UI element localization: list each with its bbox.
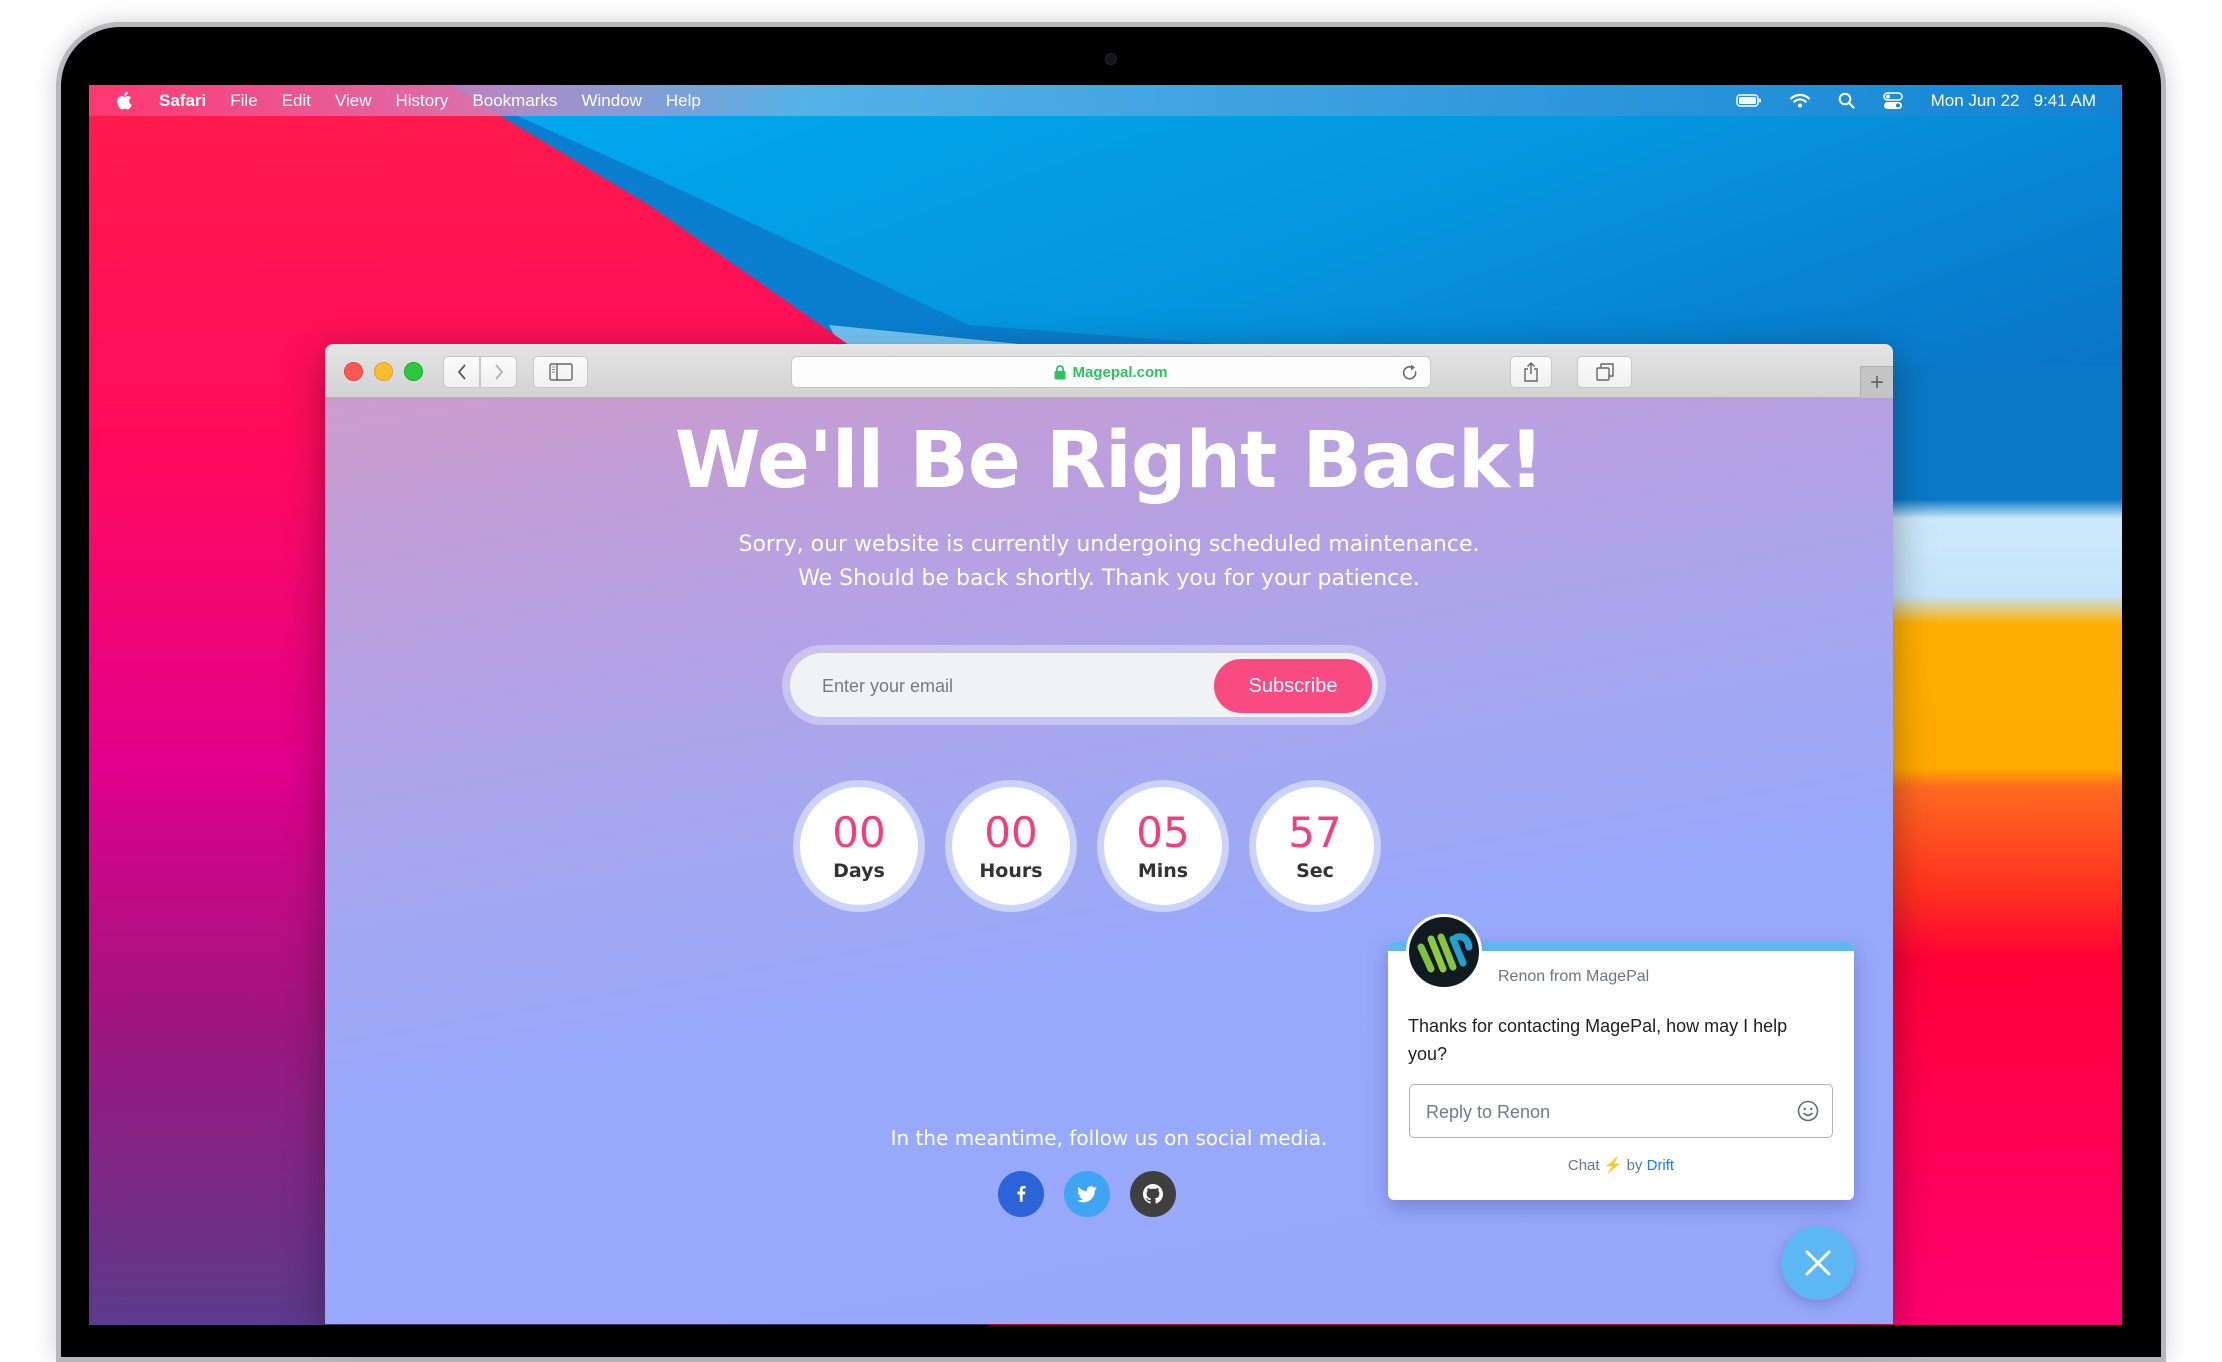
- sidebar-toggle-button[interactable]: [533, 356, 588, 388]
- camera: [1105, 53, 1117, 65]
- agent-avatar: [1406, 914, 1482, 990]
- countdown-value: 05: [1136, 808, 1190, 857]
- social-links: [998, 1171, 1176, 1217]
- close-chat-button[interactable]: [1781, 1226, 1855, 1300]
- github-icon: [1143, 1184, 1163, 1204]
- facebook-link[interactable]: [998, 1171, 1044, 1217]
- subscribe-form: Subscribe: [782, 645, 1386, 725]
- close-window-button[interactable]: [344, 362, 363, 381]
- maximize-window-button[interactable]: [404, 362, 423, 381]
- countdown-days: 00 Days: [793, 780, 925, 912]
- back-icon: [457, 364, 466, 380]
- sidebar-icon: [548, 363, 573, 381]
- spotlight-search-icon[interactable]: [1838, 92, 1855, 109]
- address-bar[interactable]: Magepal.com: [791, 356, 1431, 388]
- email-input[interactable]: [820, 653, 1204, 719]
- chat-message: Thanks for contacting MagePal, how may I…: [1408, 1016, 1788, 1064]
- new-tab-button[interactable]: +: [1860, 366, 1893, 398]
- github-link[interactable]: [1130, 1171, 1176, 1217]
- drift-chat-widget: Renon from MagePal Thanks for contacting…: [1388, 914, 1854, 1200]
- drift-link[interactable]: Drift: [1647, 1157, 1675, 1174]
- new-tab-icon: +: [1869, 368, 1884, 396]
- clock-time: 9:41 AM: [2033, 90, 2096, 110]
- lightning-bolt-icon: ⚡: [1603, 1157, 1623, 1174]
- menu-edit[interactable]: Edit: [282, 91, 311, 111]
- powered-prefix: Chat: [1567, 1157, 1600, 1174]
- countdown-value: 00: [984, 808, 1038, 857]
- wallpaper-wave: [1879, 365, 2122, 1325]
- chat-sender: Renon from MagePal: [1498, 968, 1650, 985]
- lock-icon: [1054, 364, 1066, 379]
- countdown-secs: 57 Sec: [1249, 780, 1381, 912]
- twitter-icon: [1077, 1185, 1097, 1202]
- twitter-link[interactable]: [1064, 1171, 1110, 1217]
- menu-file[interactable]: File: [230, 91, 257, 111]
- safari-window: Magepal.com + We'll Be Right Back! Sorry…: [325, 344, 1893, 1324]
- chat-reply-box: [1409, 1084, 1833, 1139]
- browser-toolbar: Magepal.com +: [325, 344, 1893, 398]
- menu-view[interactable]: View: [335, 91, 372, 111]
- back-button[interactable]: [443, 356, 480, 388]
- countdown-timer: 00 Days 00 Hours 05 Mins 57 Sec: [793, 780, 1381, 912]
- close-icon: [1805, 1250, 1831, 1276]
- forward-icon: [494, 364, 503, 380]
- menu-help[interactable]: Help: [666, 91, 701, 111]
- share-icon: [1524, 362, 1538, 382]
- tabs-overview-icon: [1595, 363, 1614, 381]
- minimize-window-button[interactable]: [374, 362, 393, 381]
- maintenance-page: We'll Be Right Back! Sorry, our website …: [325, 398, 1893, 1324]
- countdown-label: Mins: [1137, 860, 1189, 882]
- menu-bar: Safari File Edit View History Bookmarks …: [89, 85, 2122, 116]
- apple-logo-icon[interactable]: [115, 91, 133, 111]
- menu-safari[interactable]: Safari: [159, 91, 206, 111]
- control-center-icon[interactable]: [1882, 91, 1903, 110]
- facebook-icon: [1017, 1185, 1026, 1202]
- menu-bookmarks[interactable]: Bookmarks: [472, 91, 557, 111]
- countdown-hours: 00 Hours: [945, 780, 1077, 912]
- wifi-icon[interactable]: [1789, 93, 1810, 108]
- menubar-clock[interactable]: Mon Jun 22 9:41 AM: [1931, 91, 2096, 111]
- countdown-label: Hours: [979, 860, 1043, 882]
- countdown-value: 57: [1288, 808, 1342, 857]
- chat-reply-input[interactable]: [1424, 1085, 1768, 1139]
- magepal-logo-icon: [1417, 933, 1473, 973]
- powered-by-label: by: [1626, 1157, 1643, 1174]
- countdown-label: Days: [833, 860, 885, 882]
- url-text: Magepal.com: [1072, 363, 1168, 381]
- countdown-label: Sec: [1296, 860, 1334, 882]
- tabs-overview-button[interactable]: [1577, 356, 1632, 388]
- forward-button[interactable]: [480, 356, 517, 388]
- maintenance-message-line1: Sorry, our website is currently undergoi…: [738, 532, 1480, 557]
- emoji-icon[interactable]: [1796, 1099, 1820, 1123]
- subscribe-field-container: Subscribe: [790, 653, 1378, 719]
- countdown-mins: 05 Mins: [1097, 780, 1229, 912]
- powered-by-drift: Chat ⚡ by Drift: [1388, 1156, 1854, 1174]
- subscribe-button[interactable]: Subscribe: [1214, 659, 1372, 713]
- menu-window[interactable]: Window: [581, 91, 641, 111]
- clock-date: Mon Jun 22: [1930, 90, 2020, 110]
- maintenance-message-line2: We Should be back shortly. Thank you for…: [798, 566, 1420, 591]
- menu-history[interactable]: History: [396, 91, 449, 111]
- share-button[interactable]: [1510, 356, 1552, 388]
- reload-icon[interactable]: [1400, 363, 1420, 383]
- page-headline: We'll Be Right Back!: [674, 416, 1545, 506]
- battery-icon[interactable]: [1735, 94, 1762, 107]
- countdown-value: 00: [832, 808, 886, 857]
